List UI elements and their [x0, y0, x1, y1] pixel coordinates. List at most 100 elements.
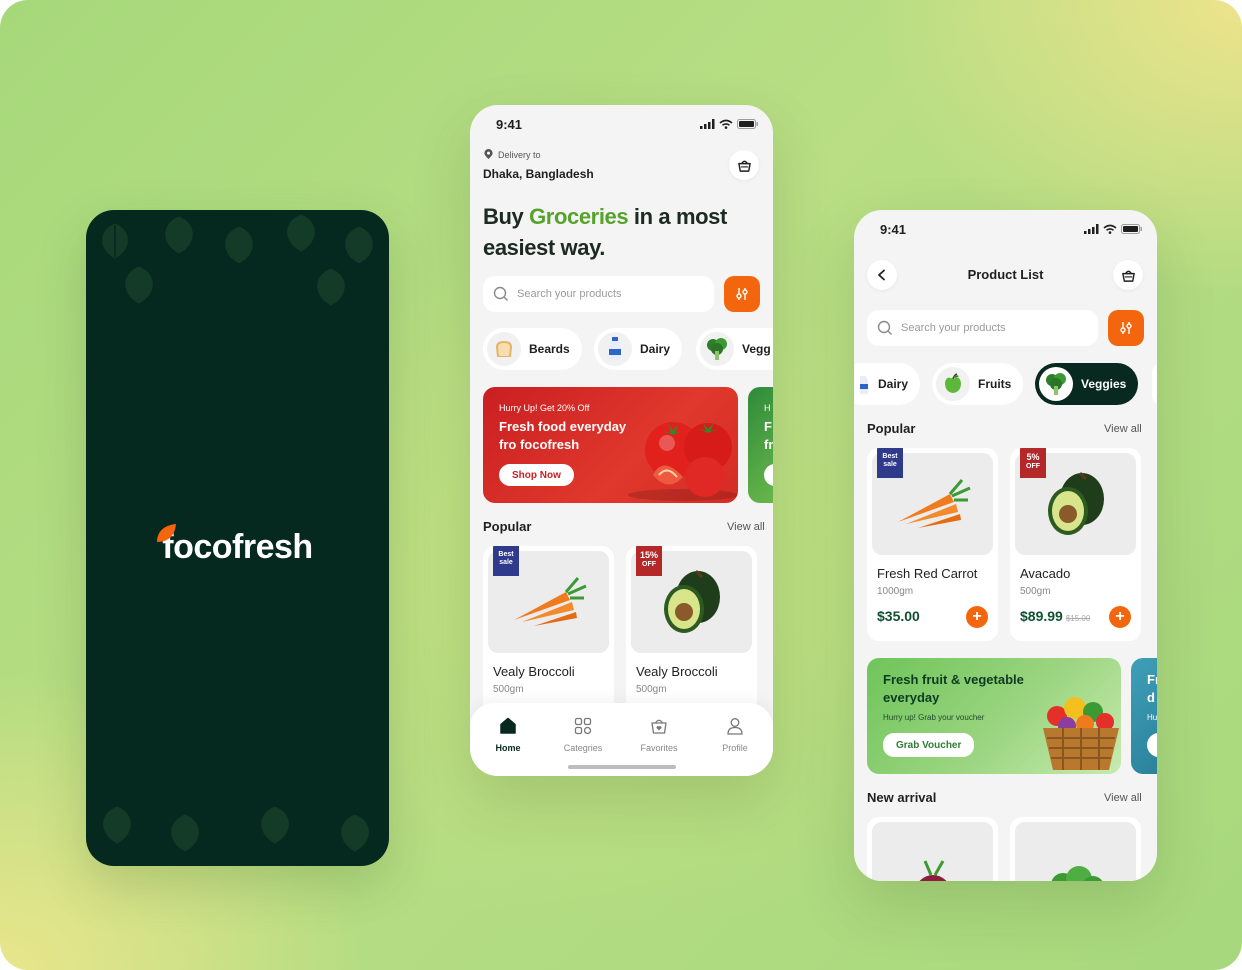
- shop-now-button[interactable]: Shop Now: [499, 464, 574, 486]
- filter-button[interactable]: [724, 276, 760, 312]
- banner-promo-text: Hurry Up! Get 20% Off: [499, 403, 590, 413]
- broccoli-image: [1051, 866, 1102, 881]
- voucher-subtitle: Hurry up! Grab your voucher: [883, 713, 985, 722]
- search-input[interactable]: Search your products: [483, 276, 714, 312]
- leaf-pattern-icon: [317, 268, 345, 306]
- badge-line2: OFF: [1026, 463, 1040, 470]
- status-icons: [1084, 224, 1143, 234]
- search-input[interactable]: Search your products: [867, 310, 1098, 346]
- badge-line1: Best: [498, 551, 514, 558]
- voucher-banner-next[interactable]: Fr d Hu: [1131, 658, 1157, 774]
- badge-line2: sale: [499, 559, 513, 566]
- category-chip-veggies[interactable]: Veggies: [1035, 363, 1139, 405]
- banner-peek-button[interactable]: [764, 464, 773, 486]
- nav-label: Home: [495, 743, 521, 753]
- popular-view-all-link[interactable]: View all: [727, 521, 765, 533]
- product-card[interactable]: Best sale Fresh Red Carrot 1000gm $35.00 …: [867, 448, 998, 641]
- status-time: 9:41: [880, 222, 907, 237]
- nav-label: Profile: [722, 743, 748, 753]
- headline-pre: Buy: [483, 204, 530, 229]
- badge-line1: 15%: [639, 550, 658, 560]
- category-chip-fruits[interactable]: Fruits: [932, 363, 1024, 405]
- category-label: Dairy: [878, 377, 909, 391]
- delivery-label-text: Delivery to: [498, 149, 541, 160]
- leaf-pattern-icon: [345, 226, 373, 264]
- filter-button[interactable]: [1108, 310, 1144, 346]
- category-label: Fruits: [978, 377, 1012, 391]
- heart-bag-icon: [651, 719, 667, 734]
- category-chip-next[interactable]: [1152, 363, 1157, 405]
- cart-button[interactable]: [729, 150, 759, 180]
- grid-icon: [574, 717, 592, 735]
- home-icon: [500, 717, 516, 734]
- best-sale-badge: Best sale: [877, 448, 903, 478]
- signal-icon: [1084, 224, 1099, 234]
- search-icon: [877, 320, 892, 335]
- orange-leaf-icon: [157, 524, 176, 542]
- new-arrival-card[interactable]: [867, 817, 998, 881]
- voucher-peek-line2: d: [1147, 690, 1155, 705]
- vegetable-basket-image: [1043, 697, 1119, 770]
- category-chip-dairy[interactable]: Dairy: [854, 363, 921, 405]
- delivery-label: Delivery to: [483, 149, 541, 160]
- nav-categories[interactable]: Categries: [553, 715, 613, 753]
- voucher-banner[interactable]: Fresh fruit & vegetable everyday Hurry u…: [867, 658, 1121, 774]
- delivery-location[interactable]: Dhaka, Bangladesh: [483, 167, 594, 181]
- add-to-cart-button[interactable]: +: [966, 606, 988, 628]
- category-chip-dairy[interactable]: Dairy: [594, 328, 683, 370]
- add-to-cart-button[interactable]: +: [1109, 606, 1131, 628]
- discount-badge: 5% OFF: [1020, 448, 1046, 478]
- banner-peek-line1: H: [764, 403, 771, 413]
- nav-profile[interactable]: Profile: [705, 715, 765, 753]
- bottom-navigation: Home Categries Favorites Profile: [470, 703, 773, 776]
- avocado-image: [663, 569, 720, 633]
- category-chip-beards[interactable]: Beards: [483, 328, 582, 370]
- leaf-pattern-icon: [171, 814, 199, 852]
- splash-screen: focofresh: [86, 210, 389, 866]
- sliders-icon: [1120, 322, 1132, 334]
- discount-badge: 15% OFF: [636, 546, 662, 576]
- category-label: Vegg: [742, 342, 771, 356]
- sliders-icon: [736, 288, 748, 300]
- promo-banner[interactable]: Hurry Up! Get 20% Off Fresh food everyda…: [483, 387, 738, 503]
- battery-icon: [737, 119, 758, 129]
- popular-section-title: Popular: [867, 421, 916, 436]
- best-sale-badge: Best sale: [493, 546, 519, 576]
- banner-peek-line2: F: [764, 419, 772, 434]
- nav-favorites[interactable]: Favorites: [629, 715, 689, 753]
- leaf-pattern-icon: [165, 216, 193, 254]
- new-arrival-view-all-link[interactable]: View all: [1104, 792, 1142, 804]
- product-image: [872, 822, 993, 881]
- milk-bottle-icon: [598, 332, 632, 366]
- voucher-peek-line3: Hu: [1147, 713, 1157, 722]
- category-label: Veggies: [1081, 377, 1127, 391]
- popular-view-all-link[interactable]: View all: [1104, 423, 1142, 435]
- nav-home[interactable]: Home: [478, 715, 538, 753]
- leaf-pattern-icon: [125, 266, 153, 304]
- leaf-pattern-icon: [341, 814, 369, 852]
- battery-icon: [1121, 224, 1142, 234]
- leaf-pattern-icon: [261, 806, 289, 844]
- carrot-image: [513, 577, 587, 626]
- grab-voucher-button[interactable]: Grab Voucher: [883, 733, 975, 757]
- category-label: Beards: [529, 342, 570, 356]
- category-chip-veggies[interactable]: Vegg: [696, 328, 773, 370]
- tomato-image: [628, 422, 738, 501]
- milk-bottle-icon: [860, 376, 868, 394]
- signal-icon: [700, 119, 715, 129]
- promo-banner-next[interactable]: H F fr: [748, 387, 773, 503]
- new-arrival-card[interactable]: [1010, 817, 1141, 881]
- badge-line1: Best: [882, 453, 898, 460]
- status-time: 9:41: [496, 117, 523, 132]
- location-pin-icon: [484, 149, 493, 160]
- search-placeholder: Search your products: [517, 288, 622, 300]
- nav-label: Favorites: [640, 743, 678, 753]
- product-weight: 500gm: [493, 684, 524, 695]
- product-card[interactable]: 5% OFF Avacado 500gm $89.99 $15.00 +: [1010, 448, 1141, 641]
- cart-button[interactable]: [1113, 260, 1143, 290]
- search-icon: [493, 286, 508, 301]
- badge-line2: sale: [883, 461, 897, 468]
- voucher-peek-button[interactable]: [1147, 733, 1157, 757]
- voucher-peek-line1: Fr: [1147, 672, 1157, 687]
- status-bar: 9:41: [854, 210, 1157, 248]
